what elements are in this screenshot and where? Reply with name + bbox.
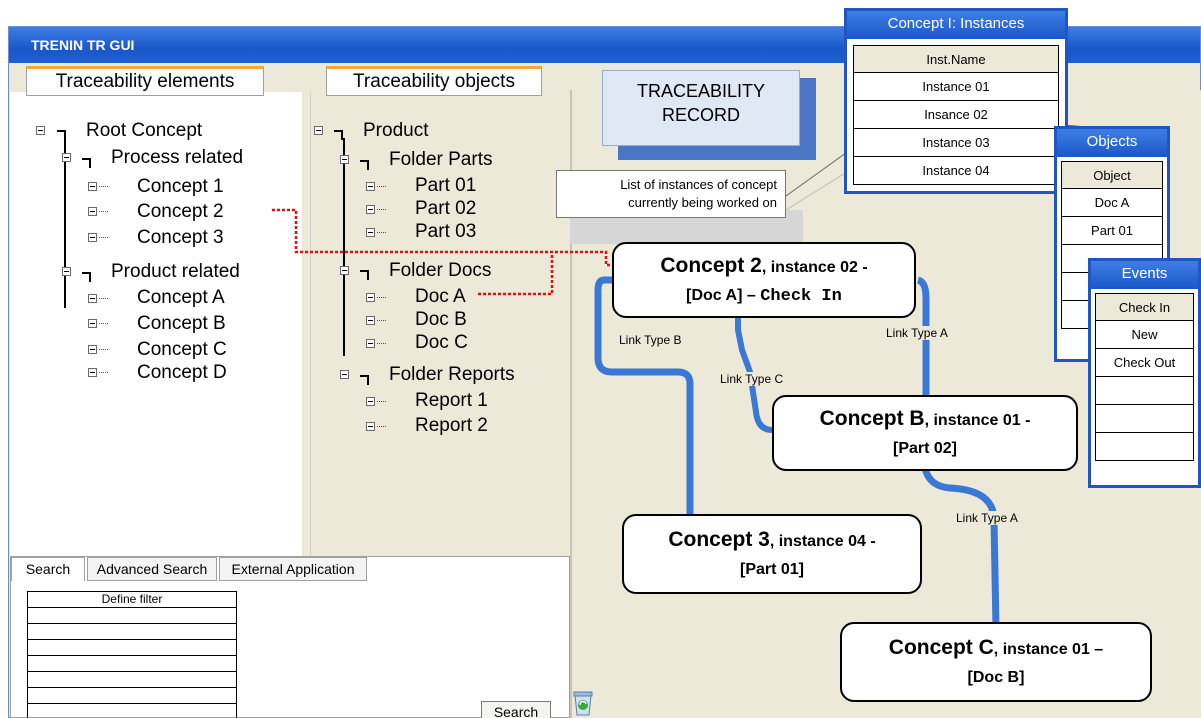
node-concept-c[interactable]: Concept C, instance 01 – [Doc B] [840, 622, 1152, 702]
node-object-label: [Doc A] – [686, 287, 761, 304]
instances-window-title: Concept I: Instances [847, 11, 1065, 39]
link-type-a-line-2 [920, 457, 1000, 629]
node-concept-label: Concept C [888, 636, 994, 659]
link-label-b: Link Type B [619, 333, 682, 347]
event-row[interactable]: New [1095, 321, 1194, 349]
node-object-label: [Doc B] [967, 669, 1025, 686]
node-instance-label: , instance 01 - [924, 412, 1031, 429]
events-window-title: Events [1091, 261, 1198, 289]
link-type-a-line [916, 276, 930, 400]
link-label-c: Link Type C [720, 372, 784, 386]
object-row[interactable]: Doc A [1061, 189, 1163, 217]
node-instance-label: , instance 04 - [769, 533, 876, 550]
instance-row[interactable]: Insance 02 [853, 101, 1059, 129]
node-instance-label: , instance 02 - [761, 259, 868, 276]
instances-window[interactable]: Concept I: Instances Inst.Name Instance … [844, 8, 1068, 194]
link-label-a: Link Type A [886, 326, 948, 340]
objects-header: Object [1061, 161, 1163, 189]
node-concept-label: Concept 3 [668, 528, 770, 551]
callout-pointer [785, 169, 851, 211]
events-window[interactable]: Events Check In New Check Out [1088, 258, 1201, 488]
node-event-label: Check In [760, 287, 842, 306]
instance-row[interactable]: Instance 03 [853, 129, 1059, 157]
node-concept-2[interactable]: Concept 2, instance 02 - [Doc A] – Check… [612, 242, 916, 318]
node-concept-label: Concept 2 [660, 254, 762, 277]
node-instance-label: , instance 01 – [993, 641, 1104, 658]
callout-pointer [785, 149, 851, 197]
instances-header: Inst.Name [853, 45, 1059, 73]
object-row[interactable]: Part 01 [1061, 217, 1163, 245]
concept-link-dotted [272, 208, 612, 267]
node-concept-label: Concept B [819, 407, 925, 430]
link-label-a-2: Link Type A [956, 511, 1018, 525]
event-row[interactable] [1095, 433, 1194, 461]
instance-row[interactable]: Instance 04 [853, 157, 1059, 185]
event-row[interactable] [1095, 405, 1194, 433]
objects-window-title: Objects [1057, 129, 1167, 157]
event-row[interactable]: Check In [1095, 293, 1194, 321]
instance-row[interactable]: Instance 01 [853, 73, 1059, 101]
object-link-dotted [478, 252, 554, 296]
event-row[interactable]: Check Out [1095, 349, 1194, 377]
node-object-label: [Part 02] [892, 440, 958, 457]
node-concept-3[interactable]: Concept 3, instance 04 - [Part 01] [622, 514, 922, 594]
node-object-label: [Part 01] [739, 561, 805, 578]
event-row[interactable] [1095, 377, 1194, 405]
node-concept-b[interactable]: Concept B, instance 01 - [Part 02] [772, 395, 1078, 471]
